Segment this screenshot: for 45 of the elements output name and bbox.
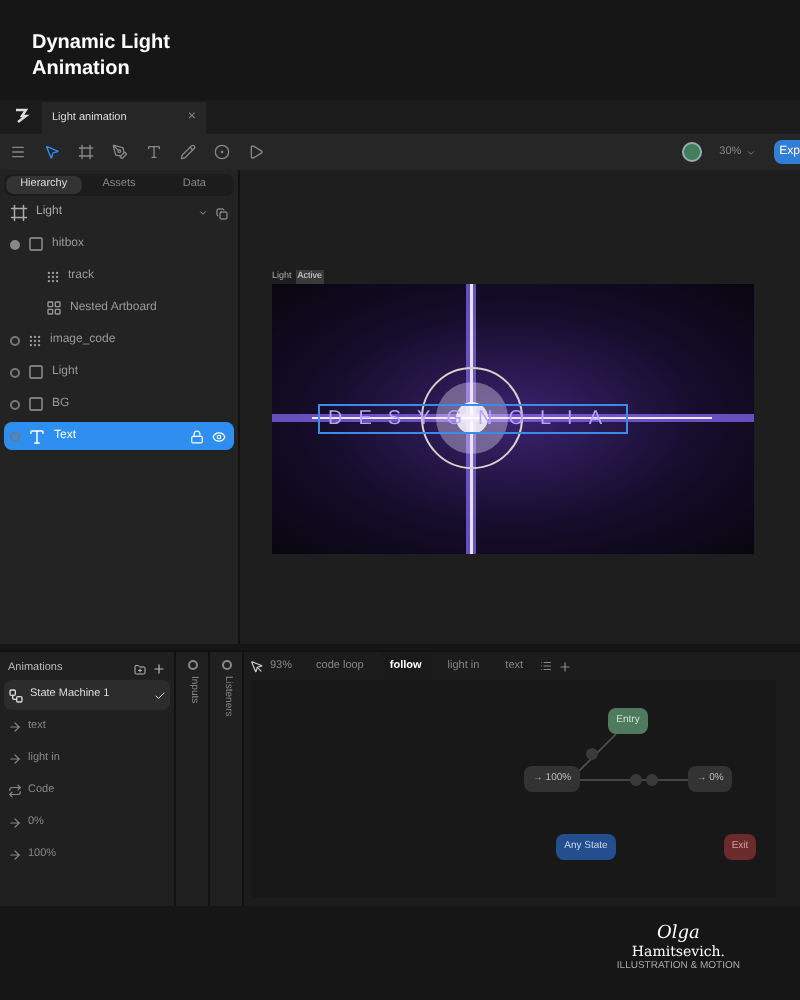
toggle-icon[interactable]: [221, 660, 231, 670]
copy-icon[interactable]: [216, 207, 228, 219]
list-icon[interactable]: [539, 660, 552, 672]
dots-icon: [28, 333, 42, 347]
text-icon: [28, 427, 46, 445]
logo-icon: [13, 108, 29, 125]
arrow-icon: [8, 816, 22, 830]
expand-toggle[interactable]: [10, 431, 20, 441]
dots-icon: [46, 269, 60, 283]
menu-icon[interactable]: [10, 144, 26, 160]
arrow-icon: [8, 720, 22, 734]
avatar[interactable]: [681, 142, 702, 162]
expand-toggle[interactable]: [10, 335, 20, 345]
signature-name: Olga: [657, 926, 700, 944]
pointer-tool-icon[interactable]: [44, 144, 60, 160]
square-icon: [28, 236, 44, 252]
pencil-tool-icon[interactable]: [180, 144, 196, 160]
chevron-icon[interactable]: [198, 208, 208, 218]
eye-icon[interactable]: [212, 429, 226, 443]
lock-icon[interactable]: [190, 429, 204, 443]
text-tool-icon[interactable]: [146, 144, 162, 160]
square-icon: [28, 396, 44, 412]
page-heading: Dynamic Light: [32, 30, 170, 56]
pen-tool-icon[interactable]: [112, 144, 128, 160]
check-icon: [154, 689, 166, 701]
square-icon: [28, 364, 44, 380]
expand-toggle[interactable]: [10, 239, 20, 249]
arrow-icon: [8, 848, 22, 862]
frame-icon: [10, 204, 28, 222]
add-icon[interactable]: [152, 662, 166, 676]
arrow-icon: [8, 752, 22, 766]
expand-toggle[interactable]: [10, 367, 20, 377]
loop-icon: [8, 784, 22, 798]
toggle-icon[interactable]: [187, 660, 197, 670]
circle-tool-icon[interactable]: [214, 144, 230, 160]
frame-tool-icon[interactable]: [78, 144, 94, 160]
page-heading: Animation: [32, 56, 130, 82]
expand-toggle[interactable]: [10, 399, 20, 409]
state-machine-icon: [8, 687, 24, 703]
grid-icon: [46, 300, 62, 316]
add-icon[interactable]: [557, 659, 572, 673]
chevron-icon[interactable]: [745, 147, 756, 157]
cursor-icon[interactable]: [250, 659, 264, 673]
play-icon[interactable]: [248, 144, 264, 160]
folder-icon[interactable]: [134, 663, 146, 675]
